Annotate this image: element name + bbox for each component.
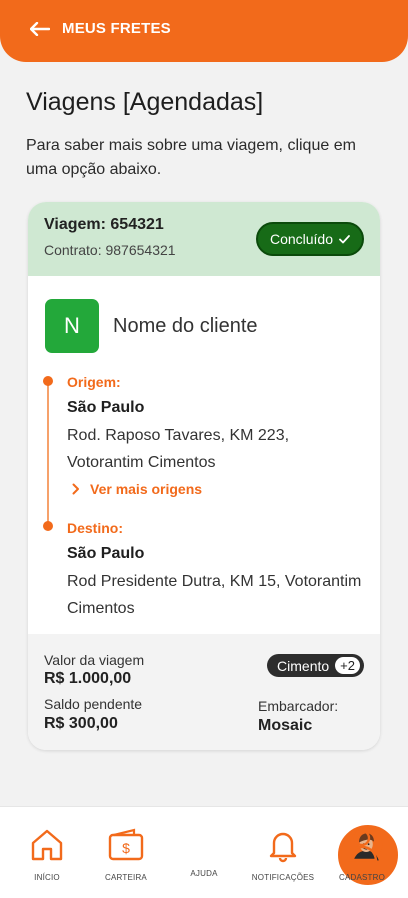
nav-item-carteira[interactable]: $ CARTEIRA bbox=[86, 827, 166, 882]
chevron-right-icon bbox=[72, 483, 79, 495]
pending-balance: R$ 300,00 bbox=[44, 715, 118, 732]
nav-label-ajuda: AJUDA bbox=[190, 869, 218, 878]
more-origins-link[interactable]: Ver mais origens bbox=[72, 481, 202, 497]
bell-icon bbox=[269, 832, 297, 863]
page-subtitle: Para saber mais sobre uma viagem, clique… bbox=[26, 137, 356, 178]
nav-item-notificacoes[interactable]: NOTIFICAÇÕES bbox=[243, 827, 323, 882]
trip-value: R$ 1.000,00 bbox=[44, 670, 132, 687]
origin-dot bbox=[43, 376, 53, 386]
trip-card-header: Viagem: 654321 Contrato: 987654321 Concl… bbox=[28, 202, 380, 276]
back-button[interactable]: MEUS FRETES bbox=[30, 20, 171, 37]
origin-city: São Paulo bbox=[67, 399, 145, 416]
home-icon bbox=[31, 829, 63, 861]
client-row: N Nome do cliente bbox=[45, 299, 258, 353]
svg-text:$: $ bbox=[122, 840, 130, 856]
trip-value-label: Valor da viagem bbox=[44, 652, 145, 668]
status-label: Concluído bbox=[269, 231, 333, 247]
bottom-nav: INÍCIO $ CARTEIRA AJUDA NOTIFICAÇÕES CAD… bbox=[0, 806, 408, 898]
top-bar: MEUS FRETES bbox=[0, 0, 408, 62]
cargo-badge: Cimento +2 bbox=[267, 654, 364, 677]
arrow-left-icon bbox=[30, 21, 50, 36]
origin-label: Origem: bbox=[67, 374, 121, 390]
route-line bbox=[47, 378, 49, 524]
shipper-name: Mosaic bbox=[258, 717, 313, 734]
back-label: MEUS FRETES bbox=[62, 20, 171, 37]
nav-item-cadastro[interactable]: CADASTRO bbox=[322, 827, 402, 882]
check-icon bbox=[339, 234, 350, 243]
cargo-more-count: +2 bbox=[335, 657, 360, 674]
page-title: Viagens [Agendadas] bbox=[26, 88, 264, 116]
pending-balance-label: Saldo pendente bbox=[44, 696, 143, 712]
more-origins-label: Ver mais origens bbox=[90, 481, 203, 497]
client-name: Nome do cliente bbox=[113, 314, 258, 337]
user-icon bbox=[346, 829, 378, 862]
client-avatar: N bbox=[45, 299, 99, 353]
nav-label-cadastro: CADASTRO bbox=[338, 873, 386, 882]
destination-label: Destino: bbox=[67, 520, 123, 536]
shipper-label: Embarcador: bbox=[258, 698, 339, 714]
wallet-icon: $ bbox=[108, 828, 144, 861]
nav-label-notificacoes: NOTIFICAÇÕES bbox=[251, 873, 315, 882]
nav-item-inicio[interactable]: INÍCIO bbox=[7, 827, 87, 882]
cargo-label: Cimento bbox=[277, 657, 330, 674]
nav-item-ajuda[interactable]: AJUDA bbox=[164, 825, 398, 885]
origin-address: Rod. Raposo Tavares, KM 223, Votorantim … bbox=[67, 427, 290, 471]
nav-label-inicio: INÍCIO bbox=[34, 873, 60, 882]
destination-address: Rod Presidente Dutra, KM 15, Votorantim … bbox=[67, 573, 362, 617]
trip-card-footer: Valor da viagem R$ 1.000,00 Saldo penden… bbox=[28, 634, 380, 750]
nav-label-carteira: CARTEIRA bbox=[105, 873, 147, 882]
destination-city: São Paulo bbox=[67, 545, 145, 562]
trip-card[interactable]: Viagem: 654321 Contrato: 987654321 Concl… bbox=[28, 202, 380, 750]
destination-dot bbox=[43, 521, 53, 531]
status-badge: Concluído bbox=[255, 222, 364, 256]
